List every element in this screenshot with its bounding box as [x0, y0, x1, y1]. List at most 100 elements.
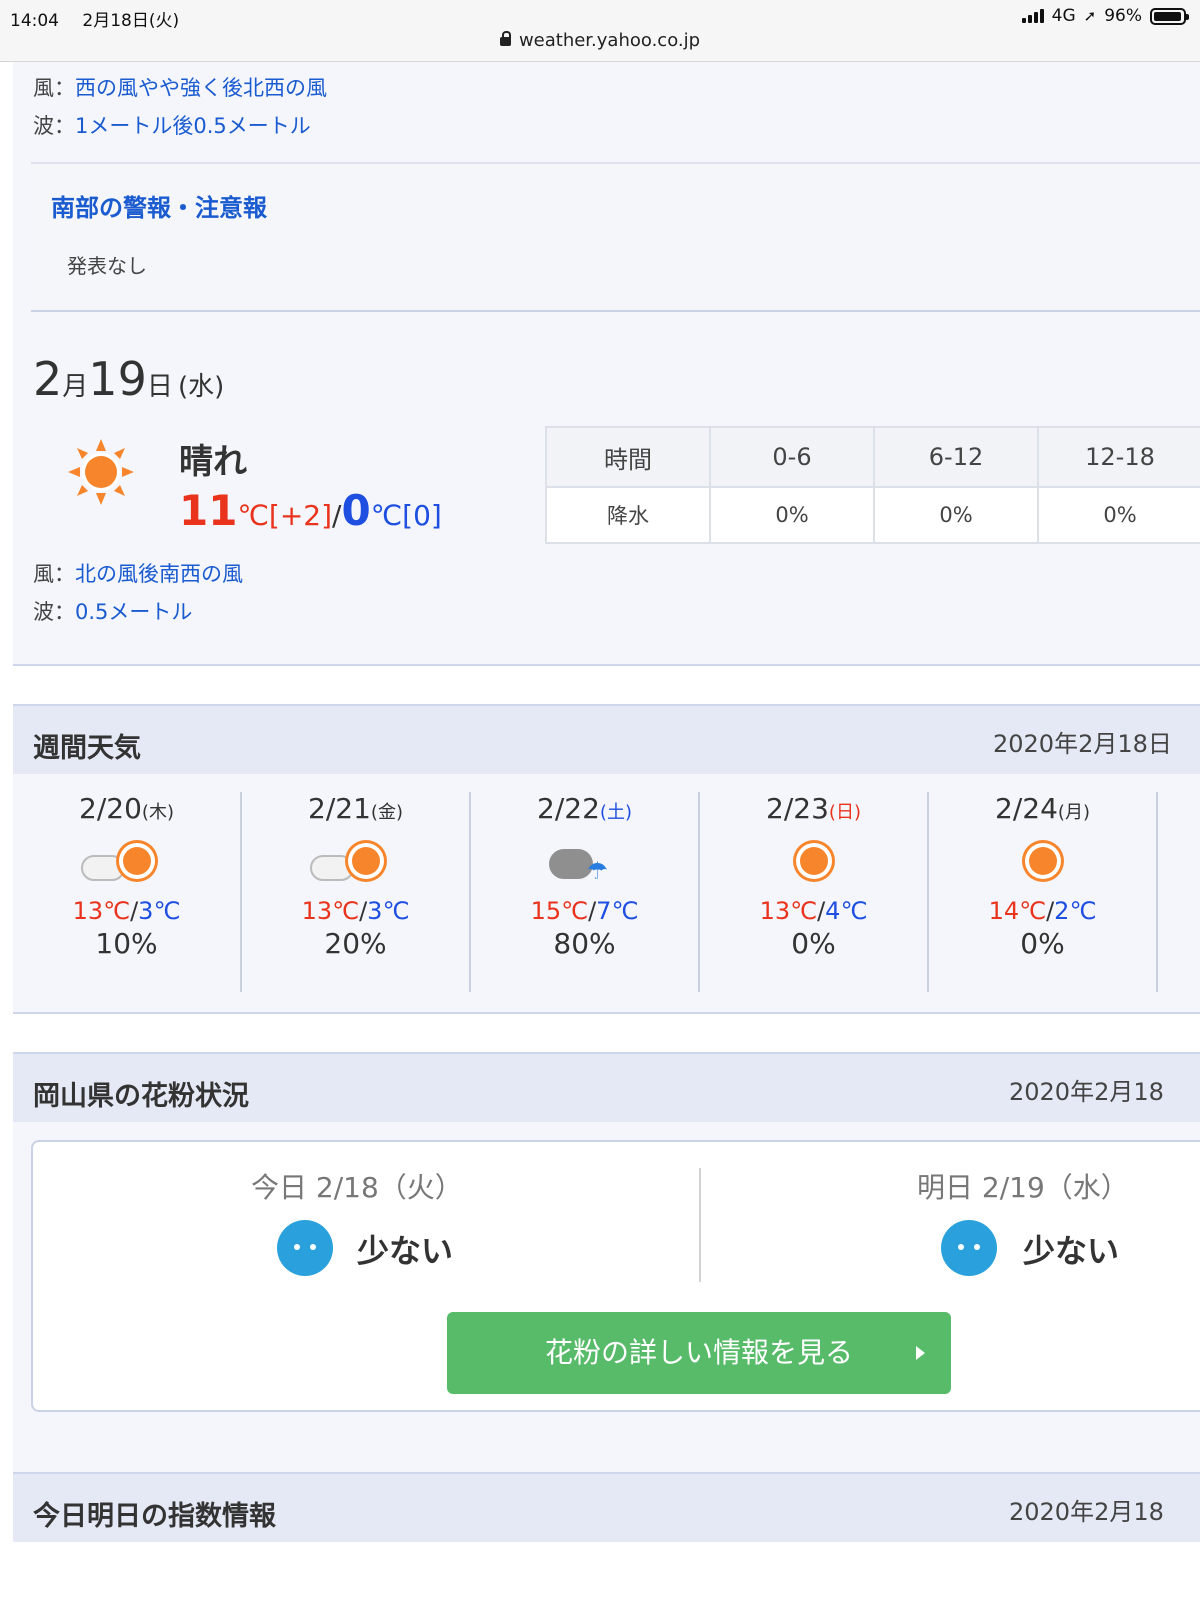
day-date: 2/22: [537, 792, 600, 825]
wave-label: 波：: [33, 114, 75, 138]
date-day: 19: [88, 352, 147, 406]
battery-icon: [1150, 7, 1189, 25]
pollen-panel: 今日 2/18（火） 少ない 明日 2/19（水） 少ない 花粉の詳しい情報を見…: [13, 1122, 1200, 1496]
pollen-face-icon: [941, 1220, 997, 1276]
weekly-day[interactable]: 2/21(金) 13℃/3℃ 20%: [242, 792, 471, 992]
status-date: 2月18日(火): [82, 11, 180, 31]
cloud-sun-icon: [306, 833, 406, 893]
precip-header-cell: 12-18: [1037, 426, 1200, 488]
day-low: 2℃: [1054, 897, 1097, 925]
temp-high-unit: ℃[+2]: [237, 499, 333, 532]
pollen-today-level: 少ない: [357, 1232, 454, 1270]
day-weekday: (金): [370, 802, 403, 823]
wind-label: 風：: [33, 76, 75, 100]
date-weekday: (水): [177, 372, 225, 402]
weekly-header: 週間天気 2020年2月18日: [13, 704, 1200, 774]
weekly-forecast: 2/20(木) 13℃/3℃ 10% 2/21(金) 13℃/3℃ 20% 2/…: [13, 774, 1200, 1014]
signal-icon: [1021, 9, 1044, 23]
day-low: 4℃: [825, 897, 868, 925]
weekly-day[interactable]: 2/24(月) 14℃/2℃ 0%: [929, 792, 1158, 992]
pollen-tomorrow-level: 少ない: [1023, 1232, 1120, 1270]
pollen-title: 岡山県の花粉状況: [33, 1081, 249, 1112]
day-weekday: (月): [1057, 802, 1090, 823]
wave-link[interactable]: 0.5メートル: [75, 600, 192, 624]
day-weekday: (木): [141, 802, 174, 823]
status-right: 4G ➚ 96%: [1021, 6, 1189, 26]
cloud-sun-icon: [77, 833, 177, 893]
wave-label: 波：: [33, 600, 75, 624]
temp-low: 0: [341, 486, 371, 535]
wind-link[interactable]: 西の風やや強く後北西の風: [75, 76, 327, 100]
lock-icon: [499, 31, 511, 46]
date-day-unit: 日: [146, 372, 173, 402]
url-bar[interactable]: weather.yahoo.co.jp: [0, 30, 1200, 51]
precip-cell: 0%: [1037, 486, 1200, 544]
pollen-box: 今日 2/18（火） 少ない 明日 2/19（水） 少ない 花粉の詳しい情報を見…: [31, 1140, 1200, 1412]
date-month: 2: [33, 352, 63, 406]
temp-high: 11: [179, 486, 238, 535]
page-content: 風：西の風やや強く後北西の風 波：1メートル後0.5メートル 南部の警報・注意報…: [13, 62, 1200, 1602]
sun-icon: [993, 833, 1093, 893]
pollen-header: 岡山県の花粉状況 2020年2月18: [13, 1052, 1200, 1122]
url-text: weather.yahoo.co.jp: [518, 30, 701, 51]
day-low: 3℃: [367, 897, 410, 925]
forecast-panel: 風：西の風やや強く後北西の風 波：1メートル後0.5メートル 南部の警報・注意報…: [13, 62, 1200, 666]
precip-table: 時間 0-6 6-12 12-18 降水 0% 0% 0%: [545, 426, 1200, 544]
precip-header-row: 時間 0-6 6-12 12-18: [545, 426, 1200, 488]
status-left: 14:04 2月18日(火): [10, 6, 197, 31]
day-high: 13℃: [301, 897, 360, 925]
today-wave: 波：1メートル後0.5メートル: [33, 110, 311, 140]
weekly-date: 2020年2月18日: [993, 730, 1172, 758]
index-header: 今日明日の指数情報 2020年2月18: [13, 1472, 1200, 1542]
index-title: 今日明日の指数情報: [33, 1501, 276, 1532]
weekly-title: 週間天気: [33, 733, 141, 764]
precip-header-cell: 0-6: [709, 426, 875, 488]
precip-cell: 0%: [709, 486, 875, 544]
precip-cell: 降水: [545, 486, 711, 544]
pollen-tomorrow-label: 明日 2/19（水）: [917, 1171, 1129, 1204]
day-high: 13℃: [759, 897, 818, 925]
pollen-detail-button[interactable]: 花粉の詳しい情報を見る: [447, 1312, 951, 1394]
day-precip: 0%: [1020, 927, 1065, 960]
wave-link[interactable]: 1メートル後0.5メートル: [75, 114, 311, 138]
day-precip: 80%: [553, 927, 616, 960]
pollen-detail-label: 花粉の詳しい情報を見る: [544, 1336, 853, 1369]
pollen-date: 2020年2月18: [1009, 1078, 1164, 1106]
day-precip: 10%: [95, 927, 158, 960]
weekly-day[interactable]: 2/20(木) 13℃/3℃ 10%: [13, 792, 242, 992]
day-precip: 0%: [791, 927, 836, 960]
warning-box: 南部の警報・注意報 発表なし: [31, 162, 1200, 312]
weekly-day[interactable]: 2/22(土) ☂ 15℃/7℃ 80%: [471, 792, 700, 992]
precip-value-row: 降水 0% 0% 0%: [545, 486, 1200, 544]
pollen-divider: [699, 1168, 701, 1282]
day-high: 15℃: [530, 897, 589, 925]
day-date: 2/21: [308, 792, 371, 825]
pollen-face-icon: [277, 1220, 333, 1276]
warning-text: 発表なし: [67, 254, 147, 278]
warning-title[interactable]: 南部の警報・注意報: [51, 188, 267, 223]
sun-icon: [764, 833, 864, 893]
precip-header-cell: 6-12: [873, 426, 1039, 488]
today-wind: 風：西の風やや強く後北西の風: [33, 72, 327, 102]
day-precip: 20%: [324, 927, 387, 960]
wind-link[interactable]: 北の風後南西の風: [75, 562, 243, 586]
umbrella-icon: ☂: [586, 857, 609, 885]
day-high: 13℃: [72, 897, 131, 925]
temp-low-unit: ℃[0]: [370, 499, 442, 532]
day-high: 14℃: [988, 897, 1047, 925]
status-time: 14:04: [10, 11, 59, 31]
tomorrow-wind: 風：北の風後南西の風: [33, 558, 243, 588]
weekly-day[interactable]: 2/23(日) 13℃/4℃ 0%: [700, 792, 929, 992]
temperature: 11℃[+2]/0℃[0]: [179, 486, 442, 535]
day-date: 2/20: [79, 792, 142, 825]
day-date: 2/23: [766, 792, 829, 825]
play-arrow-icon: [916, 1346, 925, 1360]
wind-label: 風：: [33, 562, 75, 586]
index-date: 2020年2月18: [1009, 1498, 1164, 1526]
date-month-unit: 月: [62, 372, 89, 402]
tomorrow-wave: 波：0.5メートル: [33, 596, 192, 626]
day-low: 3℃: [138, 897, 181, 925]
network-label: 4G: [1051, 6, 1076, 26]
tomorrow-date: 2月19日 (水): [33, 352, 224, 406]
precip-cell: 0%: [873, 486, 1039, 544]
